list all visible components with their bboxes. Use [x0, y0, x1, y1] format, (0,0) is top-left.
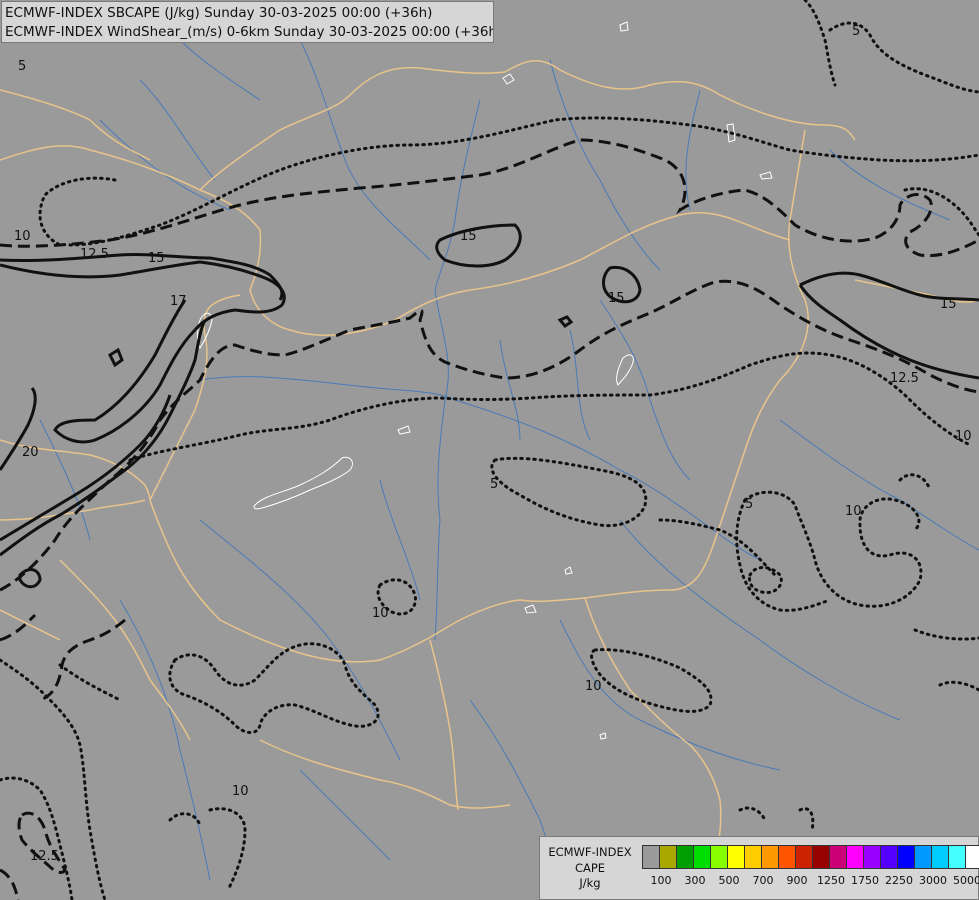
legend-tick-label: 1250 — [817, 874, 845, 887]
map-title-box: ECMWF-INDEX SBCAPE (J/kg) Sunday 30-03-2… — [1, 1, 494, 43]
legend-swatch — [728, 846, 745, 868]
contour-label: 15 — [460, 229, 477, 244]
contour-label: 15 — [940, 297, 957, 312]
cape-legend: ECMWF-INDEX CAPE J/kg 100 300 500 700 900 125… — [539, 836, 979, 900]
legend-swatch — [864, 846, 881, 868]
legend-tick-label: 2250 — [885, 874, 913, 887]
contour-label: 12.5 — [80, 247, 109, 262]
legend-swatch — [966, 846, 979, 868]
contour-label: 12.5 — [30, 849, 59, 864]
country-borders — [0, 59, 979, 861]
legend-tick-label: 5000 — [953, 874, 979, 887]
legend-swatch — [660, 846, 677, 868]
legend-swatch — [932, 846, 949, 868]
contour-label: 15 — [148, 251, 165, 266]
contour-label: 5 — [490, 477, 498, 492]
legend-units: J/kg — [579, 876, 601, 890]
contour-labels: 5 5 5 5 10 10 10 10 10 10 12.5 12.5 12.5… — [14, 24, 972, 864]
rivers — [39, 39, 979, 900]
contour-label: 10 — [232, 784, 249, 799]
legend-swatch — [762, 846, 779, 868]
legend-tick-label: 500 — [718, 874, 740, 887]
legend-swatch — [643, 846, 660, 868]
legend-swatch — [745, 846, 762, 868]
contour-label: 12.5 — [890, 371, 919, 386]
legend-swatch — [898, 846, 915, 868]
legend-swatch — [881, 846, 898, 868]
forecast-map: 5 5 5 5 10 10 10 10 10 10 12.5 12.5 12.5… — [0, 0, 979, 900]
contour-label: 10 — [372, 606, 389, 621]
legend-tick-labels: 100 300 500 700 900 1250 1750 2250 3000 5000 — [642, 874, 979, 890]
legend-tick-label: 300 — [684, 874, 706, 887]
title-line-cape: ECMWF-INDEX SBCAPE (J/kg) Sunday 30-03-2… — [5, 5, 433, 21]
legend-tick-label: 3000 — [919, 874, 947, 887]
legend-swatch — [847, 846, 864, 868]
legend-swatch — [830, 846, 847, 868]
legend-swatch — [694, 846, 711, 868]
title-line-windshear: ECMWF-INDEX WindShear_(m/s) 0-6km Sunday… — [5, 24, 494, 40]
contour-label: 17 — [170, 294, 187, 309]
legend-swatch — [813, 846, 830, 868]
contour-label: 5 — [852, 24, 860, 39]
contour-label: 15 — [608, 291, 625, 306]
legend-swatch — [796, 846, 813, 868]
lakes — [196, 21, 773, 740]
legend-title: ECMWF-INDEX CAPE J/kg — [544, 845, 636, 892]
contour-label: 10 — [955, 429, 972, 444]
legend-color-scale — [642, 845, 979, 869]
contour-label: 10 — [14, 229, 31, 244]
legend-swatch — [779, 846, 796, 868]
legend-tick-label: 1750 — [851, 874, 879, 887]
contour-label: 20 — [22, 445, 39, 460]
contour-label: 5 — [745, 497, 753, 512]
map-canvas: 5 5 5 5 10 10 10 10 10 10 12.5 12.5 12.5… — [0, 0, 979, 900]
windshear-solid-contours — [0, 223, 979, 589]
contour-label: 10 — [585, 679, 602, 694]
legend-tick-label: 100 — [650, 874, 672, 887]
contour-label: 10 — [845, 504, 862, 519]
legend-swatch — [677, 846, 694, 868]
legend-swatch — [915, 846, 932, 868]
legend-swatch — [711, 846, 728, 868]
legend-source: ECMWF-INDEX — [548, 845, 632, 859]
legend-tick-label: 900 — [786, 874, 808, 887]
contour-label: 5 — [18, 59, 26, 74]
legend-swatch — [949, 846, 966, 868]
legend-parameter: CAPE — [574, 860, 606, 875]
legend-tick-label: 700 — [752, 874, 774, 887]
